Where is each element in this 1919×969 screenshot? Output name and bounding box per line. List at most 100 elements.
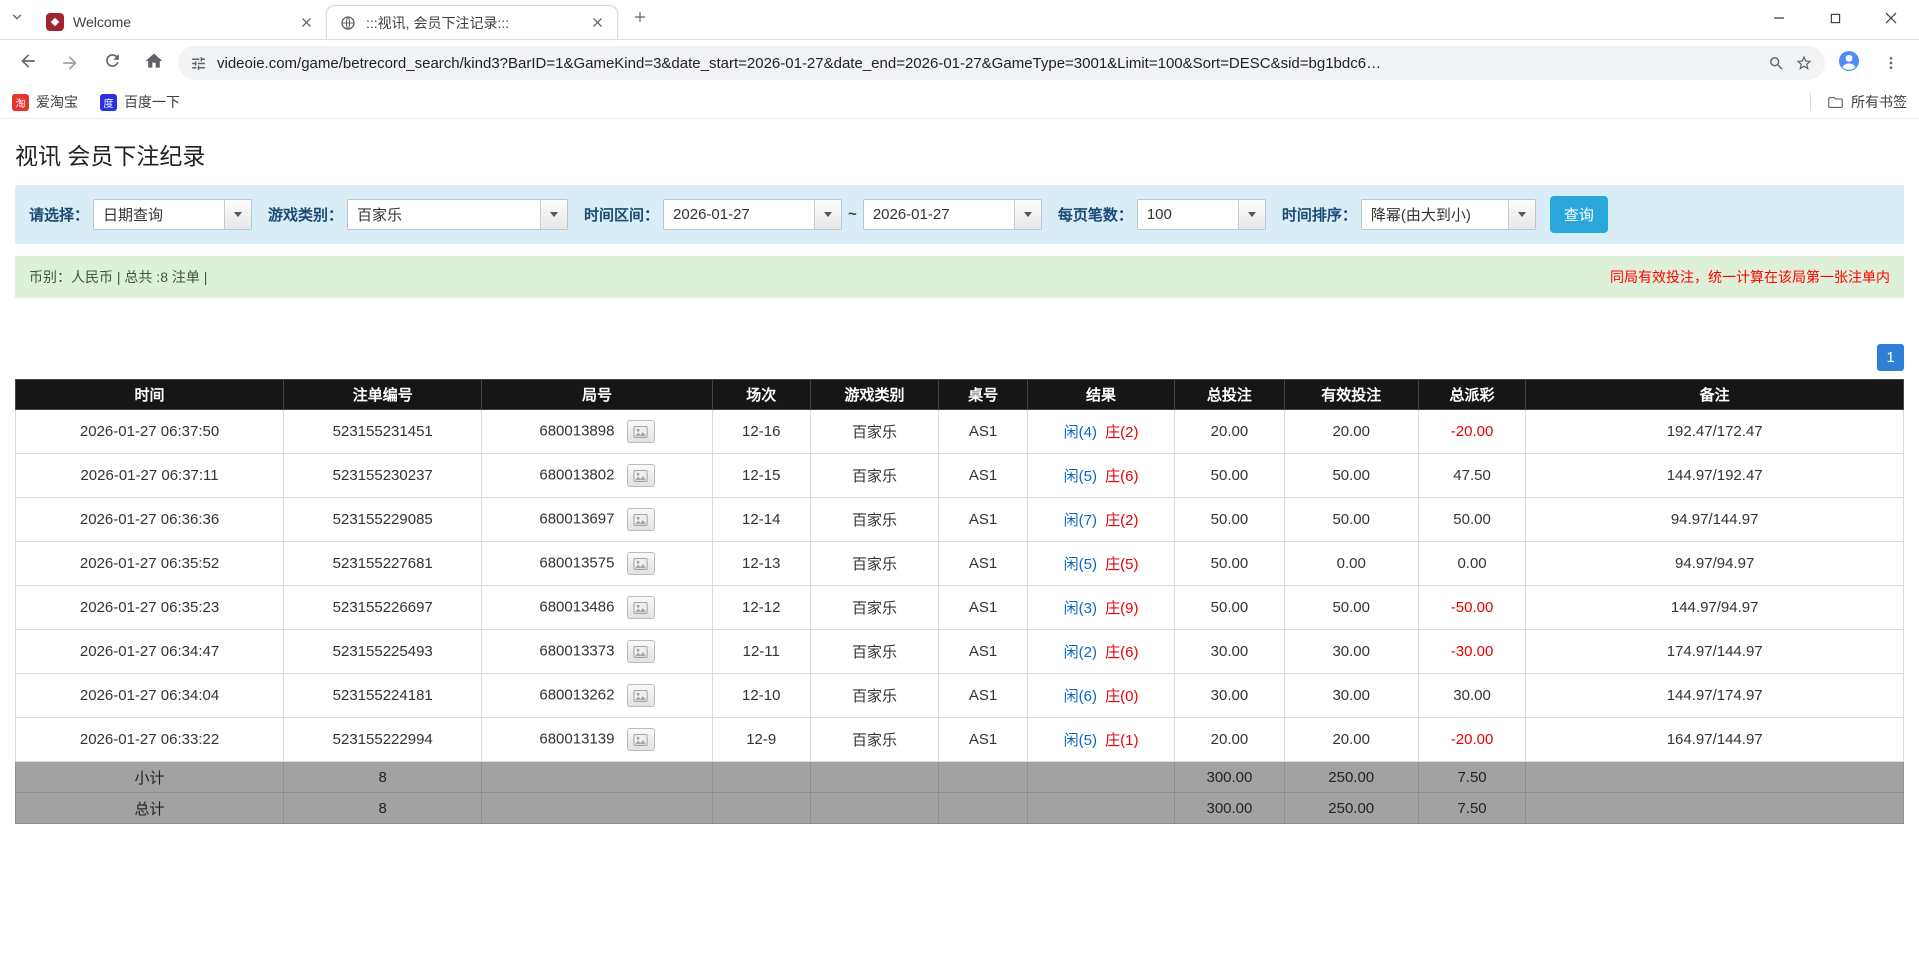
tab-betrecord[interactable]: :::视讯, 会员下注记录::: — [326, 5, 618, 39]
cell-session: 12-13 — [712, 542, 810, 586]
round-id-text: 680013373 — [539, 642, 614, 659]
cell-total-bet[interactable]: 20.00 — [1175, 410, 1285, 454]
result-banker: 庄(2) — [1105, 512, 1138, 529]
zoom-icon[interactable] — [1768, 55, 1785, 72]
menu-kebab-icon[interactable] — [1873, 45, 1909, 81]
page-size-value[interactable] — [1138, 200, 1238, 229]
picture-icon — [633, 558, 648, 570]
cell-game: 百家乐 — [810, 498, 938, 542]
cell-session: 12-14 — [712, 498, 810, 542]
bookmark-taobao[interactable]: 淘 爱淘宝 — [12, 92, 78, 112]
round-id-text: 680013697 — [539, 510, 614, 527]
date-start-input[interactable] — [663, 199, 842, 230]
forward-button[interactable] — [52, 45, 88, 81]
game-kind-select[interactable] — [347, 199, 568, 230]
round-media-button[interactable] — [627, 552, 655, 575]
back-button[interactable] — [10, 45, 46, 81]
tab-close-icon[interactable] — [587, 13, 607, 33]
cell-total-bet[interactable]: 50.00 — [1175, 454, 1285, 498]
round-id-text: 680013486 — [539, 598, 614, 615]
date-separator: ~ — [848, 206, 857, 223]
result-banker: 庄(0) — [1105, 688, 1138, 705]
cell-round-id: 680013697 — [482, 498, 712, 542]
tab-welcome[interactable]: Welcome — [34, 5, 326, 39]
dropdown-arrow-icon[interactable] — [224, 200, 251, 229]
page-number-button[interactable]: 1 — [1877, 344, 1904, 371]
table-row: 2026-01-27 06:35:52 523155227681 6800135… — [16, 542, 1904, 586]
round-media-button[interactable] — [627, 684, 655, 707]
tab-close-icon[interactable] — [296, 12, 316, 32]
date-start-value[interactable] — [664, 200, 814, 229]
query-type-value[interactable] — [94, 200, 224, 229]
total-count: 8 — [284, 793, 482, 824]
home-button[interactable] — [136, 45, 172, 81]
cell-session: 12-16 — [712, 410, 810, 454]
cell-valid-bet: 20.00 — [1284, 718, 1418, 762]
maximize-button[interactable] — [1807, 0, 1863, 40]
query-type-select[interactable] — [93, 199, 252, 230]
profile-avatar[interactable] — [1831, 45, 1867, 81]
close-window-button[interactable] — [1863, 0, 1919, 40]
cell-bet-id: 523155231451 — [284, 410, 482, 454]
forward-icon — [60, 53, 80, 73]
date-end-input[interactable] — [863, 199, 1042, 230]
game-kind-label: 游戏类别： — [268, 204, 343, 225]
dropdown-arrow-icon[interactable] — [814, 200, 841, 229]
page-size-select[interactable] — [1137, 199, 1266, 230]
all-bookmarks-button[interactable]: 所有书签 — [1827, 92, 1907, 112]
cell-total-bet[interactable]: 50.00 — [1175, 542, 1285, 586]
url-bar[interactable]: videoie.com/game/betrecord_search/kind3?… — [178, 46, 1825, 80]
table-row: 2026-01-27 06:34:47 523155225493 6800133… — [16, 630, 1904, 674]
cell-round-id: 680013486 — [482, 586, 712, 630]
date-end-value[interactable] — [864, 200, 1014, 229]
cell-total-bet[interactable]: 20.00 — [1175, 718, 1285, 762]
search-button[interactable]: 查询 — [1550, 196, 1608, 233]
dropdown-arrow-icon[interactable] — [1508, 200, 1535, 229]
cell-total-bet[interactable]: 50.00 — [1175, 586, 1285, 630]
round-media-button[interactable] — [627, 640, 655, 663]
tab-search-button[interactable] — [0, 3, 34, 37]
dropdown-arrow-icon[interactable] — [1014, 200, 1041, 229]
round-media-button[interactable] — [627, 420, 655, 443]
bookmark-baidu[interactable]: 度 百度一下 — [100, 92, 180, 112]
col-round-id: 局号 — [482, 380, 712, 410]
dropdown-arrow-icon[interactable] — [540, 200, 567, 229]
round-media-button[interactable] — [627, 508, 655, 531]
sort-select[interactable] — [1361, 199, 1536, 230]
dropdown-arrow-icon[interactable] — [1238, 200, 1265, 229]
cell-note: 144.97/192.47 — [1526, 454, 1904, 498]
cell-total-payout: -20.00 — [1418, 410, 1526, 454]
table-row: 2026-01-27 06:33:22 523155222994 6800131… — [16, 718, 1904, 762]
cell-note: 174.97/144.97 — [1526, 630, 1904, 674]
round-media-button[interactable] — [627, 596, 655, 619]
reload-button[interactable] — [94, 45, 130, 81]
cell-note: 192.47/172.47 — [1526, 410, 1904, 454]
table-footer: 小计 8 300.00 250.00 7.50 总计 8 300.00 250.… — [16, 762, 1904, 824]
picture-icon — [633, 734, 648, 746]
cell-note: 164.97/144.97 — [1526, 718, 1904, 762]
cell-valid-bet: 50.00 — [1284, 586, 1418, 630]
total-valid-bet: 250.00 — [1284, 793, 1418, 824]
col-payout: 总派彩 — [1418, 380, 1526, 410]
home-icon — [144, 51, 164, 76]
round-media-button[interactable] — [627, 728, 655, 751]
welcome-favicon-icon — [46, 13, 64, 31]
site-info-icon[interactable] — [190, 55, 207, 72]
back-icon — [18, 51, 38, 76]
cell-total-bet[interactable]: 30.00 — [1175, 630, 1285, 674]
round-media-button[interactable] — [627, 464, 655, 487]
cell-total-bet[interactable]: 50.00 — [1175, 498, 1285, 542]
cell-total-payout: -30.00 — [1418, 630, 1526, 674]
minimize-icon — [1773, 11, 1785, 29]
table-body: 2026-01-27 06:37:50 523155231451 6800138… — [16, 410, 1904, 762]
picture-icon — [633, 602, 648, 614]
cell-result: 闲(5) 庄(6) — [1027, 454, 1174, 498]
bookmarks-bar: 淘 爱淘宝 度 百度一下 所有书签 — [0, 86, 1919, 119]
bookmark-star-icon[interactable] — [1795, 54, 1813, 72]
minimize-button[interactable] — [1751, 0, 1807, 40]
game-kind-value[interactable] — [348, 200, 540, 229]
cell-total-bet[interactable]: 30.00 — [1175, 674, 1285, 718]
sort-value[interactable] — [1362, 200, 1508, 229]
new-tab-button[interactable] — [624, 4, 656, 36]
plus-icon — [633, 10, 647, 29]
